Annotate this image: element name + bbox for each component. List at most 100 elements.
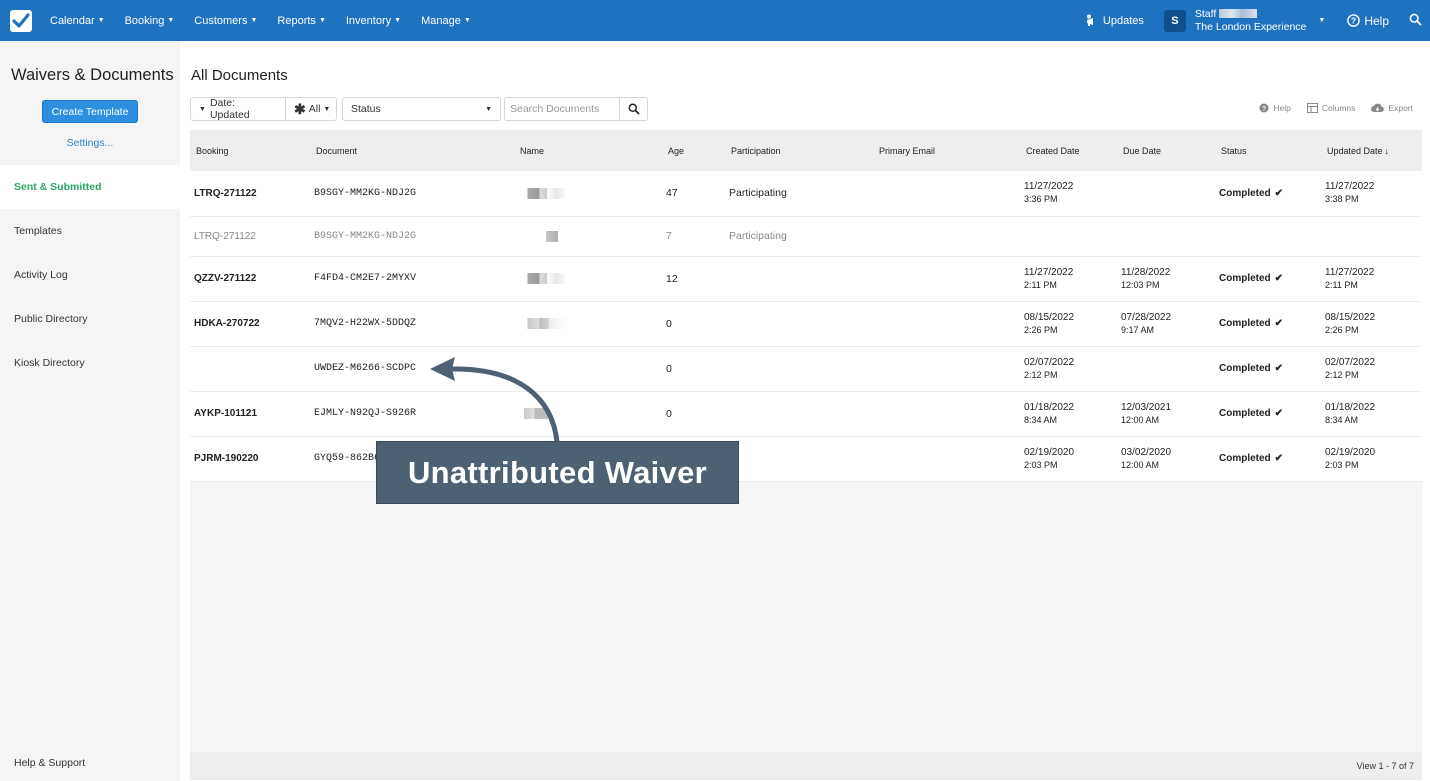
table-row[interactable]: QZZV-271122 F4FD4-CM2E7-2MYXV 12 11/27/2… bbox=[190, 256, 1422, 302]
due-date: 11/28/2022 bbox=[1121, 266, 1171, 278]
sidebar-item-templates[interactable]: Templates bbox=[0, 209, 180, 253]
filter-toolbar: ▼ Date: Updated ✱ All ▼ Status ▼ bbox=[190, 97, 648, 121]
nav-inventory[interactable]: Inventory ▼ bbox=[336, 15, 411, 27]
column-header-name[interactable]: Name bbox=[514, 130, 662, 171]
all-filter-dropdown[interactable]: ✱ All ▼ bbox=[286, 97, 337, 121]
help-nav-button[interactable]: ? Help bbox=[1347, 14, 1389, 28]
nav-booking[interactable]: Booking ▼ bbox=[115, 15, 185, 27]
booking-cell[interactable]: QZZV-271122 bbox=[190, 256, 310, 302]
checkmark-icon: ✔ bbox=[1274, 318, 1284, 329]
status-select[interactable]: Status ▼ bbox=[342, 97, 501, 121]
document-cell[interactable]: EJMLY-N92QJ-S926R bbox=[310, 391, 514, 437]
cloud-download-icon bbox=[1371, 103, 1385, 112]
document-cell[interactable]: UWDEZ-M6266-SCDPC bbox=[310, 346, 514, 392]
main-content: All Documents ▼ Date: Updated ✱ All ▼ St… bbox=[180, 41, 1430, 781]
status-label: Completed bbox=[1219, 318, 1271, 329]
chevron-down-icon[interactable]: ▼ bbox=[1318, 17, 1325, 24]
updated-time: 8:34 AM bbox=[1325, 414, 1359, 425]
due-date: 12/03/2021 bbox=[1121, 401, 1172, 413]
nav-reports[interactable]: Reports ▼ bbox=[267, 15, 335, 27]
redacted-name bbox=[518, 318, 566, 330]
column-header-created-date[interactable]: Created Date bbox=[1020, 130, 1117, 171]
sidebar-item-public-directory[interactable]: Public Directory bbox=[0, 297, 180, 341]
column-header-due-date[interactable]: Due Date bbox=[1117, 130, 1215, 171]
updated-date: 08/15/2022 bbox=[1325, 311, 1376, 323]
column-header-updated-date[interactable]: Updated Date ↓ bbox=[1321, 130, 1422, 171]
sidebar-item-kiosk-directory[interactable]: Kiosk Directory bbox=[0, 341, 180, 385]
booking-cell[interactable]: PJRM-190220 bbox=[190, 436, 310, 482]
export-action[interactable]: Export bbox=[1371, 103, 1413, 113]
created-date: 01/18/2022 bbox=[1024, 401, 1075, 413]
checkmark-icon: ✔ bbox=[1274, 453, 1284, 464]
avatar[interactable]: S bbox=[1163, 9, 1186, 32]
name-cell bbox=[514, 216, 662, 257]
document-cell[interactable]: F4FD4-CM2E7-2MYXV bbox=[310, 256, 514, 302]
search-button[interactable] bbox=[620, 97, 648, 121]
columns-action[interactable]: Columns bbox=[1306, 103, 1355, 113]
redacted-staff-name bbox=[1219, 9, 1258, 19]
created-date: 11/27/2022 bbox=[1024, 266, 1074, 278]
status-cell: Completed ✔ bbox=[1215, 171, 1321, 217]
booking-cell[interactable] bbox=[190, 346, 310, 392]
table-row[interactable]: LTRQ-271122 B9SGY-MM2KG-NDJ2G 7 Particip… bbox=[190, 216, 1422, 257]
due-date-cell: 11/28/2022 12:03 PM bbox=[1117, 256, 1215, 302]
sidebar-item-activity-log[interactable]: Activity Log bbox=[0, 253, 180, 297]
column-header-document[interactable]: Document bbox=[310, 130, 514, 171]
column-header-participation[interactable]: Participation bbox=[725, 130, 873, 171]
documents-table-container: Booking Document Name Age Participation … bbox=[190, 130, 1422, 780]
sidebar-item-sent-submitted[interactable]: Sent & Submitted bbox=[0, 165, 180, 209]
chevron-down-icon: ▼ bbox=[318, 17, 326, 24]
created-date-cell: 08/15/2022 2:26 PM bbox=[1020, 301, 1117, 347]
checkmark-icon: ✔ bbox=[1274, 408, 1284, 419]
booking-cell[interactable]: AYKP-101121 bbox=[190, 391, 310, 437]
created-date-cell: 11/27/2022 3:36 PM bbox=[1020, 171, 1117, 217]
settings-link[interactable]: Settings... bbox=[0, 137, 180, 149]
column-header-age[interactable]: Age bbox=[662, 130, 725, 171]
status-label: Completed bbox=[1219, 408, 1271, 419]
table-row[interactable]: HDKA-270722 7MQV2-H22WX-5DDQZ 0 08/15/20… bbox=[190, 301, 1422, 347]
nav-manage[interactable]: Manage ▼ bbox=[411, 15, 481, 27]
help-action[interactable]: ? Help bbox=[1259, 103, 1291, 113]
create-template-button[interactable]: Create Template bbox=[42, 100, 138, 123]
search-icon[interactable] bbox=[1409, 13, 1422, 29]
booking-cell[interactable]: LTRQ-271122 bbox=[190, 216, 310, 257]
document-cell[interactable]: B9SGY-MM2KG-NDJ2G bbox=[310, 216, 514, 257]
document-cell[interactable]: B9SGY-MM2KG-NDJ2G bbox=[310, 171, 514, 217]
booking-cell[interactable]: LTRQ-271122 bbox=[190, 171, 310, 217]
table-row[interactable]: UWDEZ-M6266-SCDPC 0 02/07/2022 2:12 PM Co… bbox=[190, 346, 1422, 392]
question-circle-icon: ? bbox=[1259, 103, 1269, 113]
document-cell[interactable]: 7MQV2-H22WX-5DDQZ bbox=[310, 301, 514, 347]
top-navbar: Calendar ▼ Booking ▼ Customers ▼ Reports ▼ I… bbox=[0, 0, 1430, 41]
help-support-link[interactable]: Help & Support bbox=[14, 757, 85, 769]
sidebar-nav: Sent & Submitted Templates Activity Log … bbox=[0, 165, 180, 385]
date-filter-dropdown[interactable]: ▼ Date: Updated bbox=[190, 97, 286, 121]
status-select-label: Status bbox=[351, 103, 381, 115]
email-cell bbox=[873, 301, 1020, 347]
checkmark-icon: ✔ bbox=[1274, 273, 1284, 284]
name-cell bbox=[514, 171, 662, 217]
age-cell: 0 bbox=[662, 301, 725, 347]
search-documents-input[interactable] bbox=[504, 97, 620, 121]
due-date-cell bbox=[1117, 171, 1215, 217]
column-header-primary-email[interactable]: Primary Email bbox=[873, 130, 1020, 171]
participation-cell bbox=[725, 256, 873, 302]
booking-cell[interactable]: HDKA-270722 bbox=[190, 301, 310, 347]
participation-cell bbox=[725, 346, 873, 392]
table-row[interactable]: LTRQ-271122 B9SGY-MM2KG-NDJ2G 47 Partici… bbox=[190, 171, 1422, 217]
nav-customers[interactable]: Customers ▼ bbox=[184, 15, 267, 27]
column-header-booking[interactable]: Booking bbox=[190, 130, 310, 171]
created-date-cell: 01/18/2022 8:34 AM bbox=[1020, 391, 1117, 437]
all-filter-label: All bbox=[308, 103, 321, 115]
updated-date-cell bbox=[1321, 216, 1422, 257]
column-header-status[interactable]: Status bbox=[1215, 130, 1321, 171]
table-row[interactable]: PJRM-190220 GYQ59-862B6-5FNJC 0 02/19/20… bbox=[190, 436, 1422, 482]
updates-button[interactable]: Updates bbox=[1085, 14, 1144, 28]
participation-cell: Participating bbox=[725, 171, 873, 217]
checkfront-logo-icon[interactable] bbox=[10, 9, 32, 32]
nav-calendar[interactable]: Calendar ▼ bbox=[40, 15, 115, 27]
staff-account[interactable]: Staff The London Experience bbox=[1195, 8, 1307, 34]
updated-date-cell: 01/18/2022 8:34 AM bbox=[1321, 391, 1422, 437]
email-cell bbox=[873, 436, 1020, 482]
table-row[interactable]: AYKP-101121 EJMLY-N92QJ-S926R 0 01/18/20… bbox=[190, 391, 1422, 437]
redacted-name bbox=[518, 187, 566, 199]
